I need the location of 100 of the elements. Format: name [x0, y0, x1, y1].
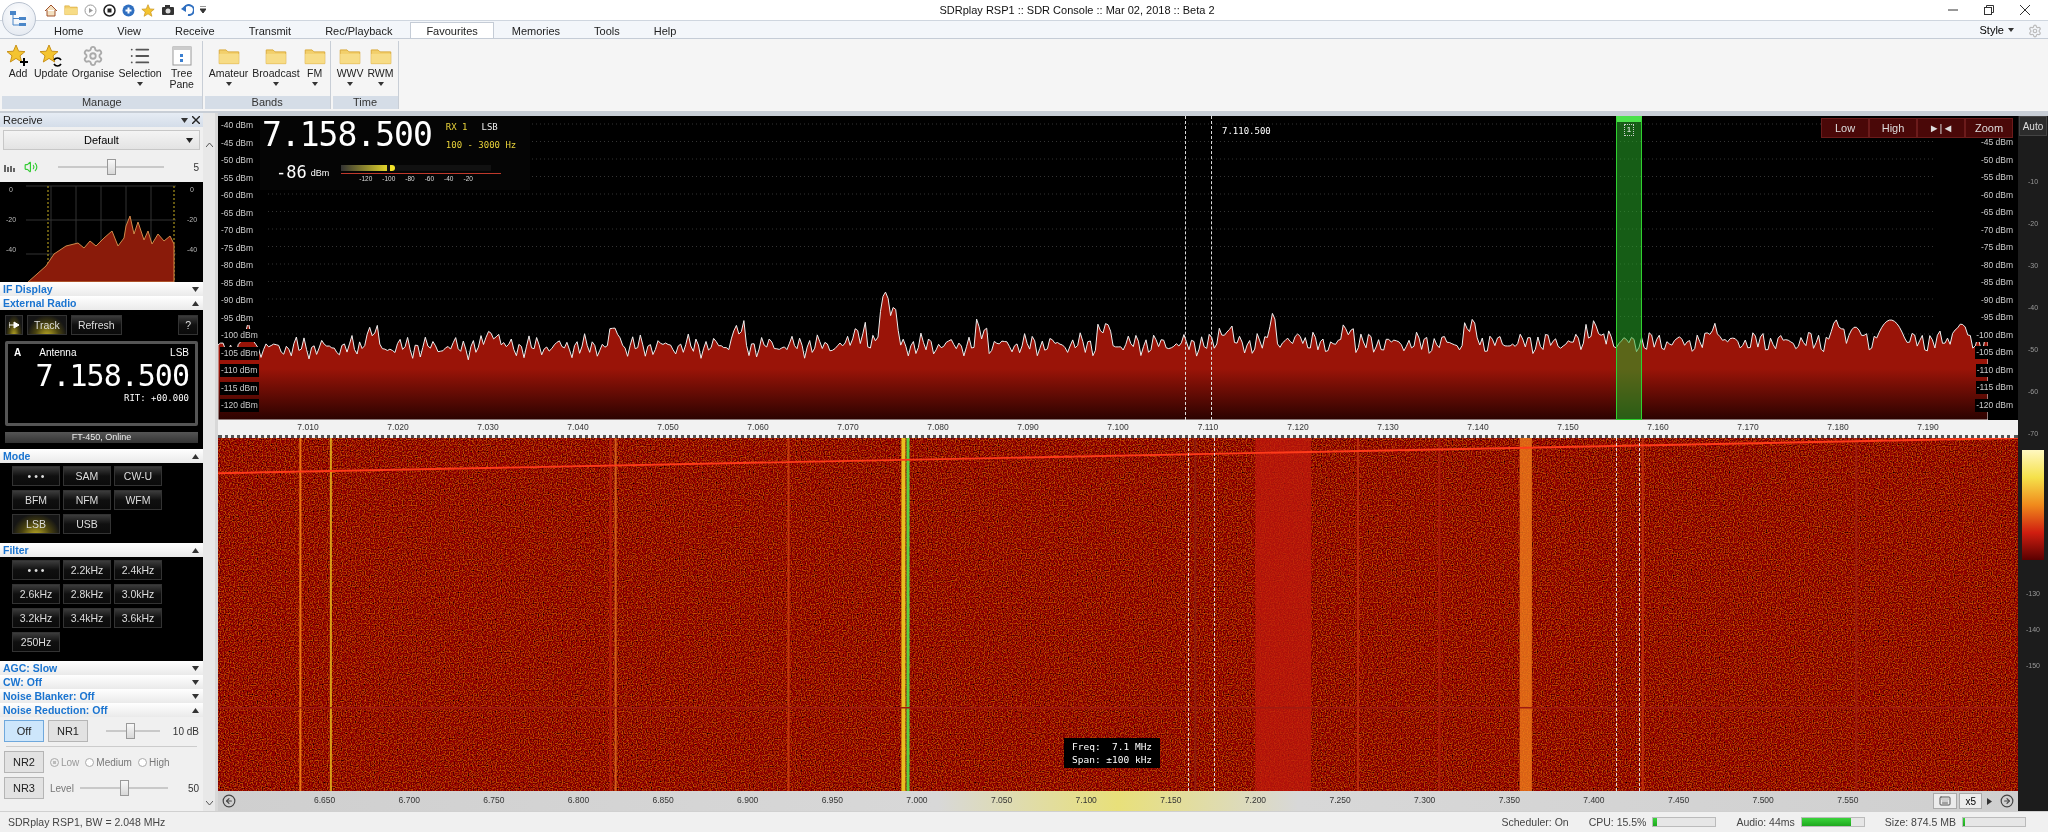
volume-value: 5	[193, 161, 199, 173]
pin-menu-icon[interactable]	[181, 117, 188, 123]
section-header[interactable]: Noise Reduction: Off	[0, 703, 203, 717]
section-header[interactable]: IF Display	[0, 282, 203, 296]
menu-tab[interactable]: Help	[637, 22, 693, 38]
close-icon[interactable]	[192, 116, 200, 124]
profile-dropdown[interactable]: Default	[3, 130, 200, 150]
filter-button[interactable]: 3.0kHz	[114, 584, 162, 604]
menu-tab[interactable]: View	[101, 22, 157, 38]
color-scale-bar[interactable]	[2022, 450, 2044, 560]
nr-button[interactable]: NR1	[48, 720, 88, 742]
menu-tab[interactable]: Receive	[159, 22, 231, 38]
zoom-control-button[interactable]: ►|◄	[1917, 118, 1965, 138]
collapse-icon[interactable]	[192, 453, 199, 459]
radio-button[interactable]: Refresh	[70, 315, 122, 335]
ribbon-button[interactable]: Broadcast	[250, 41, 302, 96]
radio-option[interactable]: Medium	[85, 756, 132, 768]
slider-thumb[interactable]	[126, 723, 136, 739]
slider-thumb[interactable]	[119, 780, 129, 796]
filter-button[interactable]: 2.8kHz	[63, 584, 111, 604]
style-menu[interactable]: Style	[1973, 22, 2020, 38]
menu-tab[interactable]: Home	[38, 22, 100, 38]
home-icon[interactable]	[44, 3, 58, 17]
ribbon-button[interactable]: RWM	[365, 41, 396, 96]
scroll-left-icon[interactable]	[222, 794, 236, 808]
section-header[interactable]: Filter	[0, 543, 203, 557]
play-icon[interactable]	[1987, 797, 1992, 805]
mode-button[interactable]: USB	[63, 514, 111, 534]
filter-button[interactable]: • • •	[12, 560, 60, 580]
collapse-icon[interactable]	[192, 300, 199, 306]
star-plus-icon	[6, 44, 30, 68]
stop-icon[interactable]	[103, 3, 116, 17]
mode-button[interactable]: CW-U	[114, 466, 162, 486]
slider-thumb[interactable]	[107, 159, 116, 175]
section-header[interactable]: Mode	[0, 449, 203, 463]
camera-icon[interactable]	[161, 4, 175, 16]
nr-button[interactable]: NR2	[4, 751, 44, 773]
filter-button[interactable]: 3.2kHz	[12, 608, 60, 628]
filter-button[interactable]: 2.4kHz	[114, 560, 162, 580]
expand-icon[interactable]	[192, 679, 199, 685]
expand-icon[interactable]	[192, 665, 199, 671]
plus-icon[interactable]	[122, 3, 135, 17]
expand-icon[interactable]	[192, 693, 199, 699]
section-header[interactable]: Noise Blanker: Off	[0, 689, 203, 703]
flag-button[interactable]	[5, 315, 23, 335]
ribbon-button[interactable]: Organise	[69, 41, 117, 96]
level-value: 50	[187, 782, 199, 794]
mode-button[interactable]: NFM	[63, 490, 111, 510]
ribbon-button[interactable]: WWV	[334, 41, 366, 96]
restore-icon[interactable]	[1984, 5, 1994, 15]
collapse-icon[interactable]	[192, 547, 199, 553]
frequency-label: 7.050	[657, 422, 679, 432]
zoom-factor-button[interactable]: x5	[1959, 793, 1982, 809]
ribbon-button[interactable]: Amateur	[206, 41, 251, 96]
mode-button[interactable]: WFM	[114, 490, 162, 510]
filter-button[interactable]: 3.4kHz	[63, 608, 111, 628]
mode-button[interactable]: • • •	[12, 466, 60, 486]
section-header[interactable]: CW: Off	[0, 675, 203, 689]
ribbon-button[interactable]: Update	[32, 41, 70, 96]
expand-icon[interactable]	[192, 286, 199, 292]
mode-button[interactable]: BFM	[12, 490, 60, 510]
db-label: -120 dBm	[220, 399, 259, 412]
scroll-down-icon[interactable]	[205, 801, 213, 805]
ribbon-button[interactable]: FM	[301, 41, 328, 96]
help-button[interactable]: ?	[178, 315, 198, 335]
section-header[interactable]: AGC: Slow	[0, 661, 203, 675]
mode-button[interactable]: SAM	[63, 466, 111, 486]
zoom-control-button[interactable]: High	[1869, 118, 1917, 138]
filter-button[interactable]: 2.6kHz	[12, 584, 60, 604]
zoom-control-button[interactable]: Low	[1821, 118, 1869, 138]
menu-tab[interactable]: Transmit	[232, 22, 308, 38]
undo-icon[interactable]	[181, 4, 194, 16]
filter-button[interactable]: 250Hz	[12, 632, 60, 652]
scroll-right-icon[interactable]	[2000, 794, 2014, 808]
menu-tab[interactable]: Rec/Playback	[309, 22, 409, 38]
tuned-frequency: 7.158.500	[262, 116, 432, 156]
radio-option[interactable]: High	[137, 756, 170, 768]
auto-button[interactable]: Auto	[2019, 116, 2047, 136]
zoom-control-button[interactable]: Zoom	[1965, 118, 2013, 138]
scroll-up-icon[interactable]	[205, 143, 213, 147]
ribbon-button[interactable]: Selection	[116, 41, 164, 96]
nr-button[interactable]: NR3	[4, 777, 44, 799]
radio-button[interactable]: Track	[27, 315, 67, 335]
ribbon-button[interactable]: Tree Pane	[163, 41, 200, 96]
section-header[interactable]: External Radio	[0, 296, 203, 310]
star-icon[interactable]	[141, 3, 155, 17]
customize-caret-icon[interactable]	[200, 6, 206, 14]
ribbon-button[interactable]: Add	[4, 41, 32, 96]
menu-tab[interactable]: Favourites	[410, 22, 494, 38]
collapse-icon[interactable]	[192, 707, 199, 713]
filter-button[interactable]: 2.2kHz	[63, 560, 111, 580]
close-icon[interactable]	[2020, 5, 2030, 15]
menu-tab[interactable]: Tools	[578, 22, 636, 38]
mode-button[interactable]: LSB	[12, 514, 60, 534]
nr-button[interactable]: Off	[4, 720, 44, 742]
menu-tab[interactable]: Memories	[495, 22, 577, 38]
filter-button[interactable]: 3.6kHz	[114, 608, 162, 628]
receive-band[interactable]: 1	[1616, 116, 1642, 420]
bars-icon[interactable]	[4, 162, 16, 172]
frequency-label: 7.170	[1737, 422, 1759, 432]
